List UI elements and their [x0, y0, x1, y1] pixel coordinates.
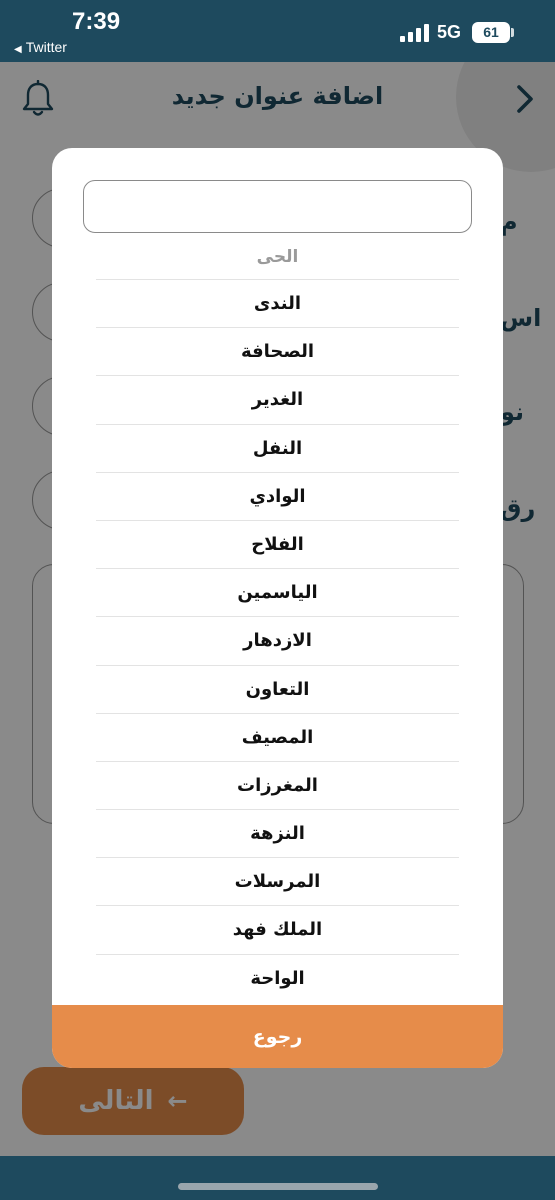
back-app-label: Twitter: [25, 39, 67, 55]
battery-icon: 61: [472, 22, 510, 43]
district-item[interactable]: الغدير: [96, 376, 459, 425]
status-bar: 7:39 ◀ Twitter 5G 61: [0, 0, 555, 62]
district-item[interactable]: المغرزات: [96, 762, 459, 811]
district-item[interactable]: الازدهار: [96, 617, 459, 666]
battery-tip: [511, 28, 514, 37]
district-item[interactable]: الندى: [96, 280, 459, 329]
back-button[interactable]: رجوع: [52, 1005, 503, 1068]
district-item[interactable]: الملك فهد: [96, 906, 459, 955]
back-to-app-link[interactable]: ◀ Twitter: [14, 39, 67, 55]
district-item[interactable]: الواحة: [96, 955, 459, 1003]
district-list-header: الحى: [96, 234, 459, 280]
district-item[interactable]: التعاون: [96, 666, 459, 714]
district-item[interactable]: المصيف: [96, 714, 459, 762]
district-picker-modal: الحى الندى الصحافة الغدير النفل الوادي ا…: [52, 148, 503, 1068]
district-item[interactable]: الصحافة: [96, 328, 459, 377]
district-item[interactable]: الفلاح: [96, 521, 459, 570]
district-item[interactable]: المرسلات: [96, 858, 459, 907]
back-triangle-icon: ◀: [14, 44, 22, 55]
district-list: الحى الندى الصحافة الغدير النفل الوادي ا…: [96, 234, 459, 1003]
status-time: 7:39: [72, 8, 121, 35]
district-item[interactable]: النفل: [96, 425, 459, 473]
district-item[interactable]: النزهة: [96, 810, 459, 859]
network-type: 5G: [437, 22, 462, 42]
district-item[interactable]: الياسمين: [96, 569, 459, 618]
bottom-bar: [0, 1156, 555, 1200]
signal-icon: [400, 24, 430, 42]
district-item[interactable]: الوادي: [96, 473, 459, 521]
district-search-input[interactable]: [83, 180, 472, 233]
home-indicator[interactable]: [178, 1183, 378, 1190]
